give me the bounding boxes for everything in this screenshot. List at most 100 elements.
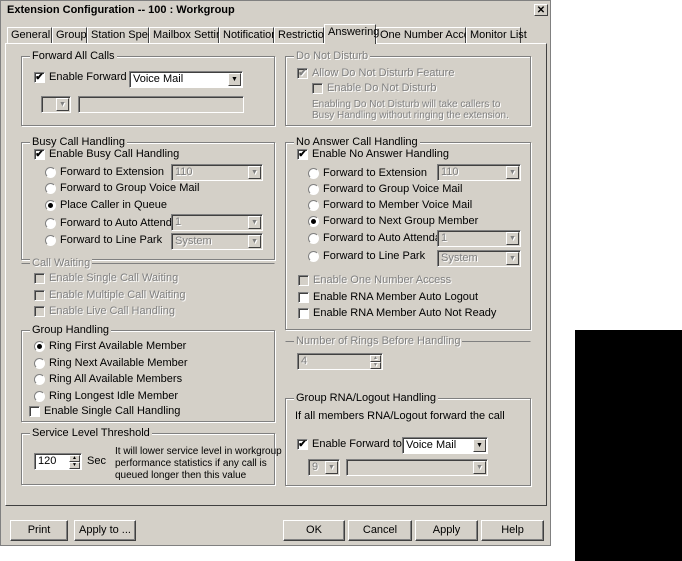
busy-forward-group-vm-label: Forward to Group Voice Mail — [60, 182, 200, 194]
group-rna-enable-checkbox[interactable]: ✔ — [297, 439, 308, 450]
busy-enable-label: Enable Busy Call Handling — [49, 148, 180, 160]
chevron-down-icon: ▼ — [248, 166, 261, 179]
na-extension-select[interactable]: 110 ▼ — [437, 164, 521, 181]
na-auto-attendant-value: 1 — [441, 232, 448, 244]
group-rna-sub-field[interactable]: ▼ — [346, 459, 488, 476]
spin-down-icon[interactable]: ▼ — [69, 462, 80, 469]
close-button[interactable]: ✕ — [534, 4, 548, 16]
busy-line-park-value: System — [175, 235, 212, 247]
dnd-note-line2: Busy Handling without ringing the extens… — [312, 110, 509, 121]
chevron-down-icon: ▼ — [473, 461, 486, 474]
ring-longest-idle-radio[interactable] — [34, 391, 45, 402]
tab-notification[interactable]: Notification — [219, 27, 277, 43]
busy-auto-attendant-select[interactable]: 1 ▼ — [171, 214, 263, 231]
live-call-handling-checkbox[interactable] — [34, 306, 45, 317]
chevron-down-icon: ▼ — [325, 461, 338, 474]
busy-forward-extension-label: Forward to Extension — [60, 166, 164, 178]
busy-place-in-queue-radio[interactable] — [45, 200, 56, 211]
busy-forward-group-vm-radio[interactable] — [45, 183, 56, 194]
forward-all-enable-label: Enable Forward to — [49, 71, 139, 83]
rings-value: 4 — [301, 355, 308, 367]
forward-all-calls-legend: Forward All Calls — [30, 50, 117, 62]
na-forward-line-park-radio[interactable] — [308, 251, 319, 262]
busy-forward-auto-attendant-radio[interactable] — [45, 218, 56, 229]
tab-one-number-access[interactable]: One Number Access — [376, 27, 481, 43]
group-handling-legend: Group Handling — [30, 324, 112, 336]
multiple-call-waiting-checkbox[interactable] — [34, 290, 45, 301]
na-forward-member-vm-radio[interactable] — [308, 200, 319, 211]
service-level-note-line2: performance statistics if any call is — [115, 458, 267, 469]
rings-before-handling-spinner[interactable]: 4 ▲ ▼ — [297, 353, 383, 370]
ring-first-available-label: Ring First Available Member — [49, 340, 187, 352]
busy-place-in-queue-label: Place Caller in Queue — [60, 199, 168, 211]
tab-answering[interactable]: Answering — [324, 24, 379, 44]
rna-auto-logout-checkbox[interactable] — [298, 292, 309, 303]
single-call-waiting-checkbox[interactable] — [34, 273, 45, 284]
na-forward-group-vm-radio[interactable] — [308, 184, 319, 195]
cancel-button[interactable]: Cancel — [348, 520, 412, 541]
tab-mailbox-setting[interactable]: Mailbox Setting — [149, 27, 228, 43]
tab-group[interactable]: Group — [52, 27, 87, 43]
group-rna-logout-legend: Group RNA/Logout Handling — [294, 392, 439, 404]
na-auto-attendant-select[interactable]: 1 ▼ — [437, 230, 521, 247]
allow-dnd-checkbox[interactable]: ✔ — [297, 68, 308, 79]
print-button[interactable]: Print — [10, 520, 68, 541]
chevron-down-icon: ▼ — [506, 252, 519, 265]
na-forward-line-park-label: Forward to Line Park — [323, 250, 426, 262]
na-forward-member-vm-label: Forward to Member Voice Mail — [323, 199, 473, 211]
na-forward-next-member-radio[interactable] — [308, 216, 319, 227]
na-forward-group-vm-label: Forward to Group Voice Mail — [323, 183, 463, 195]
ok-button[interactable]: OK — [283, 520, 345, 541]
ring-next-available-radio[interactable] — [34, 358, 45, 369]
spin-down-icon[interactable]: ▼ — [370, 362, 381, 369]
busy-forward-extension-radio[interactable] — [45, 167, 56, 178]
na-forward-next-member-label: Forward to Next Group Member — [323, 215, 479, 227]
forward-all-sub-select[interactable]: ▼ — [41, 96, 71, 113]
extension-configuration-window: Extension Configuration -- 100 : Workgro… — [0, 0, 551, 546]
na-line-park-select[interactable]: System ▼ — [437, 250, 521, 267]
na-extension-value: 110 — [441, 166, 459, 178]
one-number-access-checkbox[interactable] — [298, 275, 309, 286]
no-answer-enable-label: Enable No Answer Handling — [312, 148, 449, 160]
single-call-waiting-label: Enable Single Call Waiting — [49, 272, 179, 284]
na-forward-auto-attendant-radio[interactable] — [308, 233, 319, 244]
na-line-park-value: System — [441, 252, 478, 264]
forward-all-enable-checkbox[interactable]: ✔ — [34, 72, 45, 83]
forward-all-target-select[interactable]: Voice Mail ▼ — [129, 71, 243, 88]
na-forward-extension-radio[interactable] — [308, 168, 319, 179]
call-waiting-legend: Call Waiting — [30, 257, 93, 269]
spin-up-icon[interactable]: ▲ — [69, 455, 80, 462]
tab-restriction[interactable]: Restriction — [274, 27, 330, 43]
apply-button[interactable]: Apply — [415, 520, 478, 541]
apply-to-button[interactable]: Apply to ... — [74, 520, 136, 541]
na-forward-extension-label: Forward to Extension — [323, 167, 427, 179]
busy-auto-attendant-value: 1 — [175, 216, 182, 228]
ring-all-available-radio[interactable] — [34, 374, 45, 385]
tab-station-speed[interactable]: Station Speed — [87, 27, 160, 43]
rna-auto-logout-label: Enable RNA Member Auto Logout — [313, 291, 479, 303]
tab-general[interactable]: General — [7, 27, 52, 43]
tab-monitor-list[interactable]: Monitor List — [466, 27, 527, 43]
chevron-down-icon: ▼ — [228, 73, 241, 86]
busy-forward-line-park-label: Forward to Line Park — [60, 234, 163, 246]
enable-dnd-checkbox[interactable] — [312, 83, 323, 94]
busy-line-park-select[interactable]: System ▼ — [171, 233, 263, 250]
ring-longest-idle-label: Ring Longest Idle Member — [49, 390, 179, 402]
chevron-down-icon: ▼ — [506, 166, 519, 179]
forward-all-sub-field[interactable] — [78, 96, 244, 113]
busy-extension-select[interactable]: 110 ▼ — [171, 164, 263, 181]
busy-forward-line-park-radio[interactable] — [45, 235, 56, 246]
service-level-spinner[interactable]: 120 ▲ ▼ — [34, 453, 82, 470]
no-answer-enable-checkbox[interactable]: ✔ — [297, 149, 308, 160]
title-bar[interactable]: Extension Configuration -- 100 : Workgro… — [2, 2, 550, 19]
group-rna-target-select[interactable]: Voice Mail ▼ — [402, 437, 488, 454]
rna-auto-not-ready-checkbox[interactable] — [298, 308, 309, 319]
live-call-handling-label: Enable Live Call Handling — [49, 305, 175, 317]
group-rna-sub-select[interactable]: 9 ▼ — [308, 459, 340, 476]
spin-up-icon[interactable]: ▲ — [370, 355, 381, 362]
single-call-handling-checkbox[interactable] — [29, 406, 40, 417]
ring-first-available-radio[interactable] — [34, 341, 45, 352]
help-button[interactable]: Help — [481, 520, 544, 541]
busy-enable-checkbox[interactable]: ✔ — [34, 149, 45, 160]
ring-all-available-label: Ring All Available Members — [49, 373, 183, 385]
